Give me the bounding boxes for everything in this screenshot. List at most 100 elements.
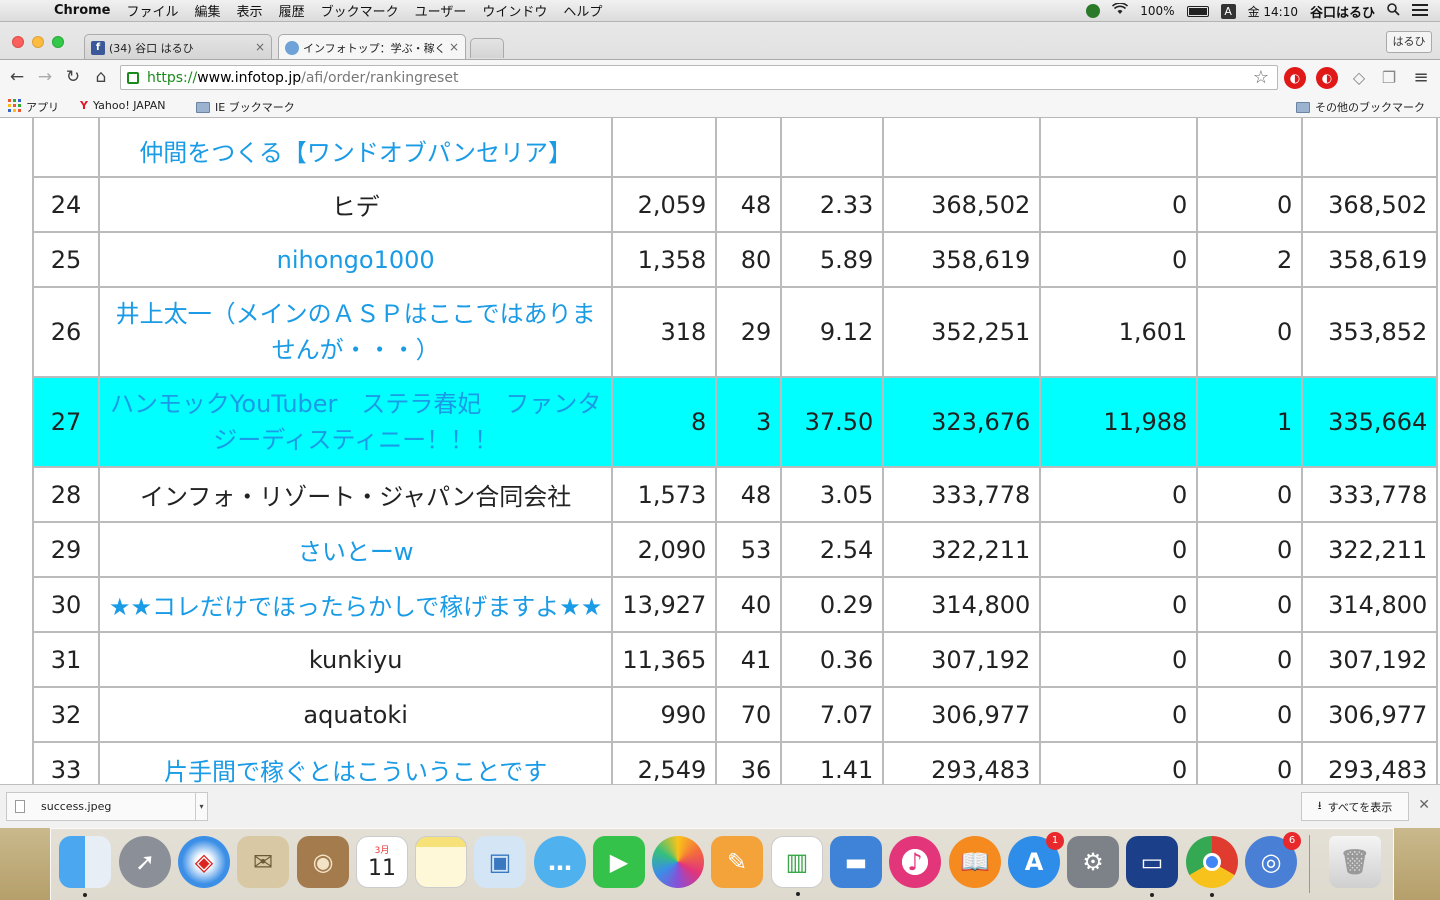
data-cell: 333,778: [1301, 466, 1439, 523]
rank-cell: 25: [32, 231, 100, 288]
download-item[interactable]: success.jpeg ▾: [6, 792, 208, 821]
menu-app-name[interactable]: Chrome: [54, 3, 111, 18]
data-cell: 70: [715, 686, 783, 743]
system-preferences-icon[interactable]: ⚙: [1067, 836, 1119, 888]
wifi-icon[interactable]: [1112, 2, 1129, 19]
itunes-icon[interactable]: ♪: [889, 836, 941, 888]
user-name[interactable]: 谷口はるひ: [1310, 2, 1375, 21]
network-icon[interactable]: ◎ 6: [1245, 832, 1301, 888]
battery-percent: 100%: [1140, 4, 1175, 18]
close-tab-icon[interactable]: ×: [449, 40, 459, 54]
rank-cell: [32, 118, 100, 178]
launchpad-icon[interactable]: ➚: [119, 836, 171, 888]
affiliate-name-link[interactable]: ★★コレだけでほったらかしで稼げますよ★★: [97, 576, 614, 633]
mail-icon[interactable]: ✉: [237, 836, 289, 888]
finder-icon[interactable]: [59, 836, 111, 897]
close-download-shelf-icon[interactable]: ✕: [1418, 797, 1430, 813]
menu-window[interactable]: ウインドウ: [482, 1, 547, 20]
data-cell: 368,502: [1301, 176, 1439, 233]
rank-cell: 33: [32, 741, 100, 784]
minimize-window-button[interactable]: [32, 36, 44, 48]
data-cell: 352,251: [882, 286, 1042, 378]
bookmark-ie-folder[interactable]: IE ブックマーク: [196, 99, 295, 115]
close-tab-icon[interactable]: ×: [255, 40, 265, 54]
menu-file[interactable]: ファイル: [127, 1, 179, 20]
data-cell: 48: [715, 176, 783, 233]
data-cell: 322,211: [882, 521, 1042, 578]
menu-edit[interactable]: 編集: [195, 1, 221, 20]
chrome-menu-icon[interactable]: ≡: [1410, 67, 1432, 89]
partial-affiliate-link[interactable]: 仲間をつくる【ワンドオブパンセリア】: [97, 118, 614, 178]
menu-history[interactable]: 履歴: [279, 1, 305, 20]
extension-red-icon[interactable]: ◐: [1284, 67, 1306, 89]
dock: ➚ ◈ ✉ ◉ 3月 11 ▣ … ▶ ✎ ▥ ▬ ♪ 📖 A1 ⚙ ▭ ◎ 6 …: [50, 828, 1394, 900]
preview-icon[interactable]: ▣: [474, 836, 526, 888]
ibooks-icon[interactable]: 📖: [949, 836, 1001, 888]
download-menu-arrow-icon[interactable]: ▾: [195, 793, 207, 820]
data-cell: 0: [1039, 466, 1199, 523]
affiliate-name-link[interactable]: nihongo1000: [97, 231, 614, 288]
bookmarks-bar: アプリ Y Yahoo! JAPAN IE ブックマーク その他のブックマーク: [0, 95, 1440, 118]
safari-icon[interactable]: ◈: [178, 836, 230, 888]
chrome-icon[interactable]: [1186, 836, 1238, 897]
contacts-icon[interactable]: ◉: [297, 836, 349, 888]
data-cell: 358,619: [882, 231, 1042, 288]
data-cell: 36: [715, 741, 783, 784]
appstore-icon[interactable]: A1: [1008, 832, 1064, 888]
tag-extension-icon[interactable]: ◇: [1348, 67, 1370, 89]
url-scheme: https://: [147, 69, 198, 86]
notification-center-icon[interactable]: [1412, 3, 1428, 19]
reload-icon[interactable]: ↻: [62, 66, 84, 88]
affiliate-name-link[interactable]: ハンモックYouTuber ステラ春妃 ファンタジーディスティニー！！！: [97, 376, 614, 468]
close-window-button[interactable]: [12, 36, 24, 48]
pages-icon[interactable]: ✎: [711, 836, 763, 888]
battery-icon[interactable]: [1186, 5, 1209, 17]
profile-button[interactable]: はるひ: [1386, 31, 1432, 53]
page-content: 仲間をつくる【ワンドオブパンセリア】 24 ヒデ 2,059 48 2.33 368,50…: [0, 118, 1440, 784]
menu-bookmarks[interactable]: ブックマーク: [321, 1, 399, 20]
menu-help[interactable]: ヘルプ: [563, 1, 602, 20]
bookmark-apps[interactable]: アプリ: [8, 99, 59, 115]
menu-bar: Chrome ファイル 編集 表示 履歴 ブックマーク ユーザー ウインドウ ヘ…: [0, 0, 1440, 22]
affiliate-name-link[interactable]: さいとーw: [97, 521, 614, 578]
address-bar[interactable]: https:// www.infotop.jp /afi/order/ranki…: [120, 65, 1278, 90]
notes-icon[interactable]: [415, 836, 467, 888]
home-icon[interactable]: ⌂: [90, 66, 112, 88]
remote-desktop-icon[interactable]: ▭: [1126, 836, 1178, 897]
bookmark-other-folder[interactable]: その他のブックマーク: [1296, 99, 1425, 115]
extension-red-icon-2[interactable]: ◐: [1316, 67, 1338, 89]
new-tab-button[interactable]: [470, 38, 504, 58]
back-icon[interactable]: ←: [6, 66, 28, 88]
input-source-indicator[interactable]: A: [1220, 3, 1236, 19]
menu-people[interactable]: ユーザー: [415, 1, 467, 20]
stack-extension-icon[interactable]: ❐: [1378, 67, 1400, 89]
menu-view[interactable]: 表示: [237, 1, 263, 20]
affiliate-name-link[interactable]: 片手間で稼ぐとはこういうことです: [97, 741, 614, 784]
data-cell: 353,852: [1301, 286, 1439, 378]
numbers-icon[interactable]: ▥: [771, 836, 823, 896]
show-all-downloads-button[interactable]: ⭳ すべてを表示: [1301, 792, 1409, 821]
bookmark-yahoo-label: Yahoo! JAPAN: [92, 99, 166, 112]
calendar-icon[interactable]: 3月 11: [356, 836, 408, 888]
affiliate-name-link[interactable]: 井上太一（メインのＡＳＰはここではありませんが・・・）: [97, 286, 614, 378]
secure-lock-icon[interactable]: [127, 71, 139, 84]
data-cell: 0: [1196, 286, 1304, 378]
rank-cell: 31: [32, 631, 100, 688]
photos-icon[interactable]: [652, 836, 704, 888]
forward-icon[interactable]: →: [34, 66, 56, 88]
facetime-icon[interactable]: ▶: [593, 836, 645, 888]
tab-infotop[interactable]: インフォトップ：学ぶ・稼く ×: [278, 34, 466, 60]
tab-facebook[interactable]: f (34) 谷口 はるひ ×: [84, 34, 272, 60]
clock[interactable]: 金 14:10: [1248, 3, 1298, 20]
trash-icon[interactable]: 🗑: [1329, 836, 1381, 888]
keynote-icon[interactable]: ▬: [830, 836, 882, 888]
data-cell: 0: [1039, 176, 1199, 233]
spotlight-icon[interactable]: [1387, 3, 1400, 19]
messages-icon[interactable]: …: [534, 836, 586, 888]
dock-divider: [1309, 835, 1310, 893]
bookmark-star-icon[interactable]: ☆: [1253, 67, 1269, 88]
rank-cell: 30: [32, 576, 100, 633]
status-app-icon[interactable]: [1086, 4, 1101, 18]
bookmark-yahoo[interactable]: Y Yahoo! JAPAN: [80, 99, 166, 112]
zoom-window-button[interactable]: [52, 36, 64, 48]
